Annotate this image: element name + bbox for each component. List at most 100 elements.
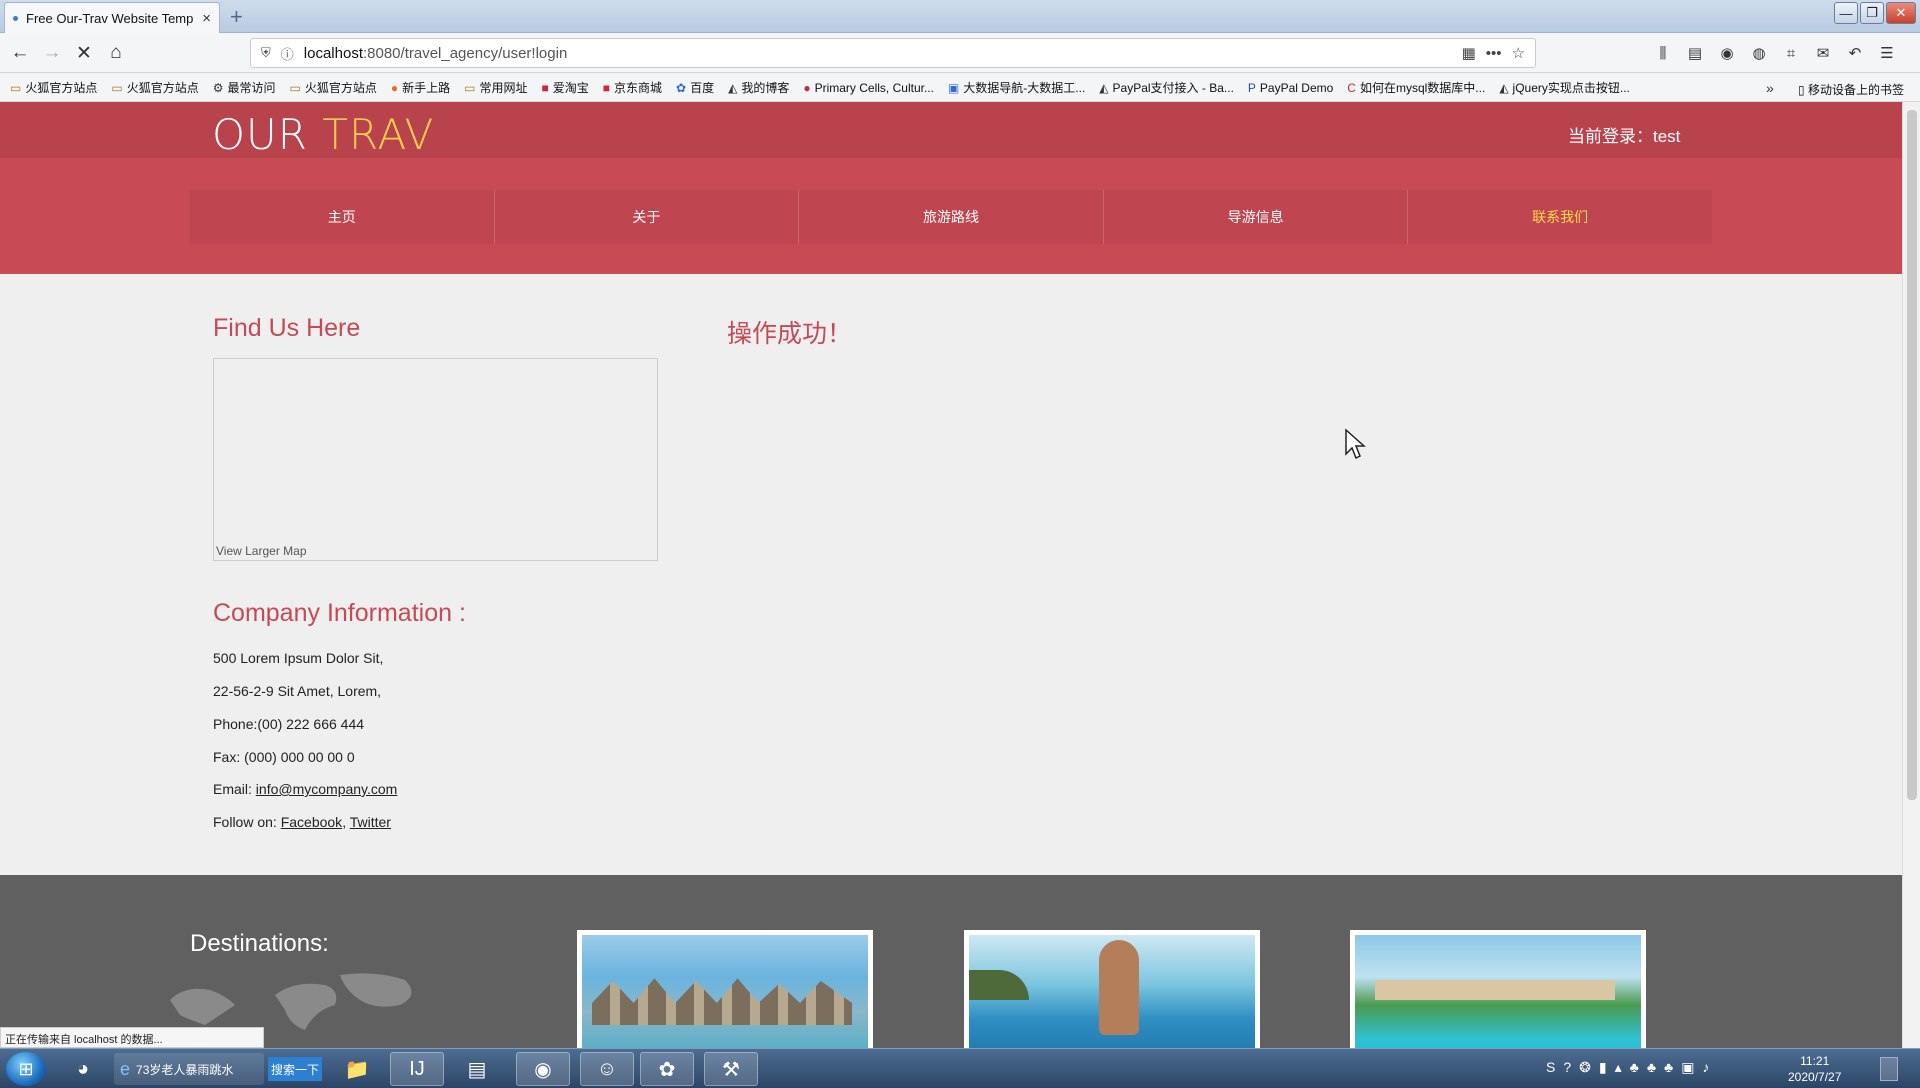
sogou-icon[interactable]: S [1546, 1059, 1555, 1076]
menu-item-home[interactable]: 主页 [190, 190, 495, 244]
app-icon-explorer[interactable]: ▤ [450, 1052, 504, 1086]
scrollbar-thumb[interactable] [1907, 110, 1917, 800]
help-icon[interactable]: ? [1563, 1059, 1571, 1076]
bookmark-item[interactable]: ● 新手上路 [391, 79, 450, 96]
more-icon[interactable]: ••• [1486, 45, 1502, 62]
back-arrow-icon[interactable]: ← [6, 40, 34, 66]
menu-icon[interactable]: ☰ [1876, 40, 1898, 66]
library-icon[interactable]: ⫼ [1652, 40, 1674, 66]
stop-icon[interactable]: ✕ [70, 40, 98, 66]
menu-item-contact[interactable]: 联系我们 [1408, 190, 1712, 244]
url-path: :8080/travel_agency/user!login [362, 44, 568, 62]
undo-icon[interactable]: ↶ [1844, 40, 1866, 66]
page-icon: ◭ [728, 80, 738, 95]
bookmarks-overflow-icon[interactable]: » [1766, 80, 1774, 96]
page-icon: ● [803, 80, 811, 95]
page-icon: ▣ [947, 80, 960, 95]
bookmark-item[interactable]: ◭ jQuery实现点击按钮... [1499, 79, 1630, 96]
shield-icon[interactable]: ⛨ [261, 45, 271, 61]
gear-icon: ⚙ [212, 80, 224, 95]
map-frame[interactable]: View Larger Map [213, 358, 658, 561]
forward-arrow-icon[interactable]: → [38, 40, 66, 66]
bookmark-item[interactable]: ◭ 我的博客 [728, 79, 789, 96]
qr-code-icon[interactable]: ▦ [1462, 44, 1476, 62]
start-button[interactable]: ⊞ [6, 1052, 46, 1086]
address-line-1: 500 Lorem Ipsum Dolor Sit, [213, 650, 384, 666]
success-message: 操作成功！ [727, 320, 853, 348]
app-icon-browser[interactable]: ◕ [56, 1052, 110, 1086]
view-larger-map-link[interactable]: View Larger Map [216, 544, 307, 558]
tray-icon[interactable]: ❂ [1579, 1059, 1591, 1076]
taobao-icon: ■ [541, 80, 549, 95]
restore-icon[interactable]: ❐ [1860, 2, 1884, 24]
site-logo[interactable]: OUR TRAV [212, 110, 434, 159]
beach-couple-image [969, 935, 1255, 1048]
qq-icon[interactable]: ♣ [1664, 1059, 1673, 1076]
qq-icon[interactable]: ♣ [1647, 1059, 1656, 1076]
tray-expand-icon[interactable]: ▴ [1615, 1059, 1622, 1076]
destination-photo-1[interactable] [577, 930, 873, 1048]
minimize-icon[interactable]: — [1834, 2, 1858, 24]
page-scrollbar[interactable] [1902, 102, 1920, 1048]
app-icon-firefox[interactable]: ◉ [516, 1052, 570, 1086]
email-link[interactable]: info@mycompany.com [256, 781, 398, 797]
twitter-link[interactable]: Twitter [350, 814, 391, 830]
baidu-icon: ✿ [676, 80, 687, 95]
info-icon[interactable]: ⓘ [281, 44, 294, 63]
bookmark-item[interactable]: ▭ 火狐官方站点 [10, 79, 97, 96]
screenshot-icon[interactable]: ⌗ [1780, 40, 1802, 66]
menu-item-routes[interactable]: 旅游路线 [799, 190, 1104, 244]
account-icon[interactable]: ◉ [1716, 40, 1738, 66]
app-icon-folder[interactable]: 📁 [330, 1052, 384, 1086]
bookmark-item[interactable]: ⚙ 最常访问 [213, 79, 276, 96]
bookmark-item[interactable]: C 如何在mysql数据库中... [1347, 79, 1485, 96]
address-bar[interactable]: ⛨ ⓘ localhost:8080/travel_agency/user!lo… [250, 38, 1536, 68]
network-icon[interactable]: ▣ [1681, 1059, 1694, 1076]
bookmark-item[interactable]: P PayPal Demo [1248, 81, 1333, 95]
ie-taskbar-item[interactable]: e 73岁老人暴雨跳水 [114, 1053, 264, 1085]
home-icon[interactable]: ⌂ [102, 40, 130, 66]
destinations-title: Destinations: [190, 930, 329, 957]
jd-icon: ■ [602, 80, 610, 95]
bookmark-item[interactable]: ■ 京东商城 [603, 79, 662, 96]
bookmark-item[interactable]: ▣ 大数据导航-大数据工... [948, 79, 1085, 96]
close-window-icon[interactable]: ✕ [1886, 2, 1916, 24]
bookmarks-bar: ▭ 火狐官方站点 ▭ 火狐官方站点 ⚙ 最常访问 ▭ 火狐官方站点 ● 新手上路 ▭ 常用网… [0, 74, 1920, 102]
url-text[interactable]: localhost:8080/travel_agency/user!login [304, 45, 1452, 62]
globe-icon[interactable]: ◍ [1748, 40, 1770, 66]
bookmark-item[interactable]: ▭ 常用网址 [464, 79, 527, 96]
bookmark-item[interactable]: ■ 爱淘宝 [541, 79, 588, 96]
email-line: Email: info@mycompany.com [213, 781, 398, 797]
bookmark-star-icon[interactable]: ☆ [1512, 44, 1525, 62]
new-tab-button[interactable]: + [230, 4, 243, 30]
destination-photo-2[interactable] [964, 930, 1260, 1048]
app-icon-intellij[interactable]: IJ [390, 1052, 444, 1086]
qq-icon[interactable]: ♣ [1630, 1059, 1639, 1076]
ie-search-button[interactable]: 搜索一下 [268, 1057, 322, 1081]
facebook-link[interactable]: Facebook [281, 814, 342, 830]
bookmark-item[interactable]: ● Primary Cells, Cultur... [803, 81, 934, 95]
folder-icon: ▭ [289, 80, 301, 95]
bookmark-item[interactable]: ✿ 百度 [676, 79, 714, 96]
taskbar-clock[interactable]: 11:21 2020/7/27 [1788, 1053, 1841, 1085]
battery-icon[interactable]: ▮ [1599, 1059, 1607, 1076]
menu-item-about[interactable]: 关于 [495, 190, 800, 244]
url-host: localhost [303, 44, 363, 62]
phone-line: Phone:(00) 222 666 444 [213, 716, 365, 732]
chat-icon[interactable]: ✉ [1812, 40, 1834, 66]
app-icon-wechat[interactable]: ☺ [580, 1052, 634, 1086]
mobile-bookmarks[interactable]: ▯ 移动设备上的书签 [1798, 81, 1904, 98]
app-icon-tool[interactable]: ⚒ [704, 1052, 758, 1086]
sidebar-icon[interactable]: ▤ [1684, 40, 1706, 66]
app-icon-app[interactable]: ✿ [640, 1052, 694, 1086]
show-desktop-button[interactable] [1880, 1057, 1898, 1081]
bookmark-item[interactable]: ◭ PayPal支付接入 - Ba... [1099, 79, 1234, 96]
tab-title: Free Our-Trav Website Temp [26, 10, 194, 26]
destination-photo-3[interactable] [1350, 930, 1646, 1048]
bookmark-item[interactable]: ▭ 火狐官方站点 [290, 79, 377, 96]
tab-close-icon[interactable]: × [202, 10, 211, 27]
menu-item-guides[interactable]: 导游信息 [1104, 190, 1409, 244]
browser-tab[interactable]: Free Our-Trav Website Temp × [4, 2, 220, 33]
bookmark-item[interactable]: ▭ 火狐官方站点 [111, 79, 198, 96]
volume-icon[interactable]: ♪ [1702, 1059, 1709, 1076]
